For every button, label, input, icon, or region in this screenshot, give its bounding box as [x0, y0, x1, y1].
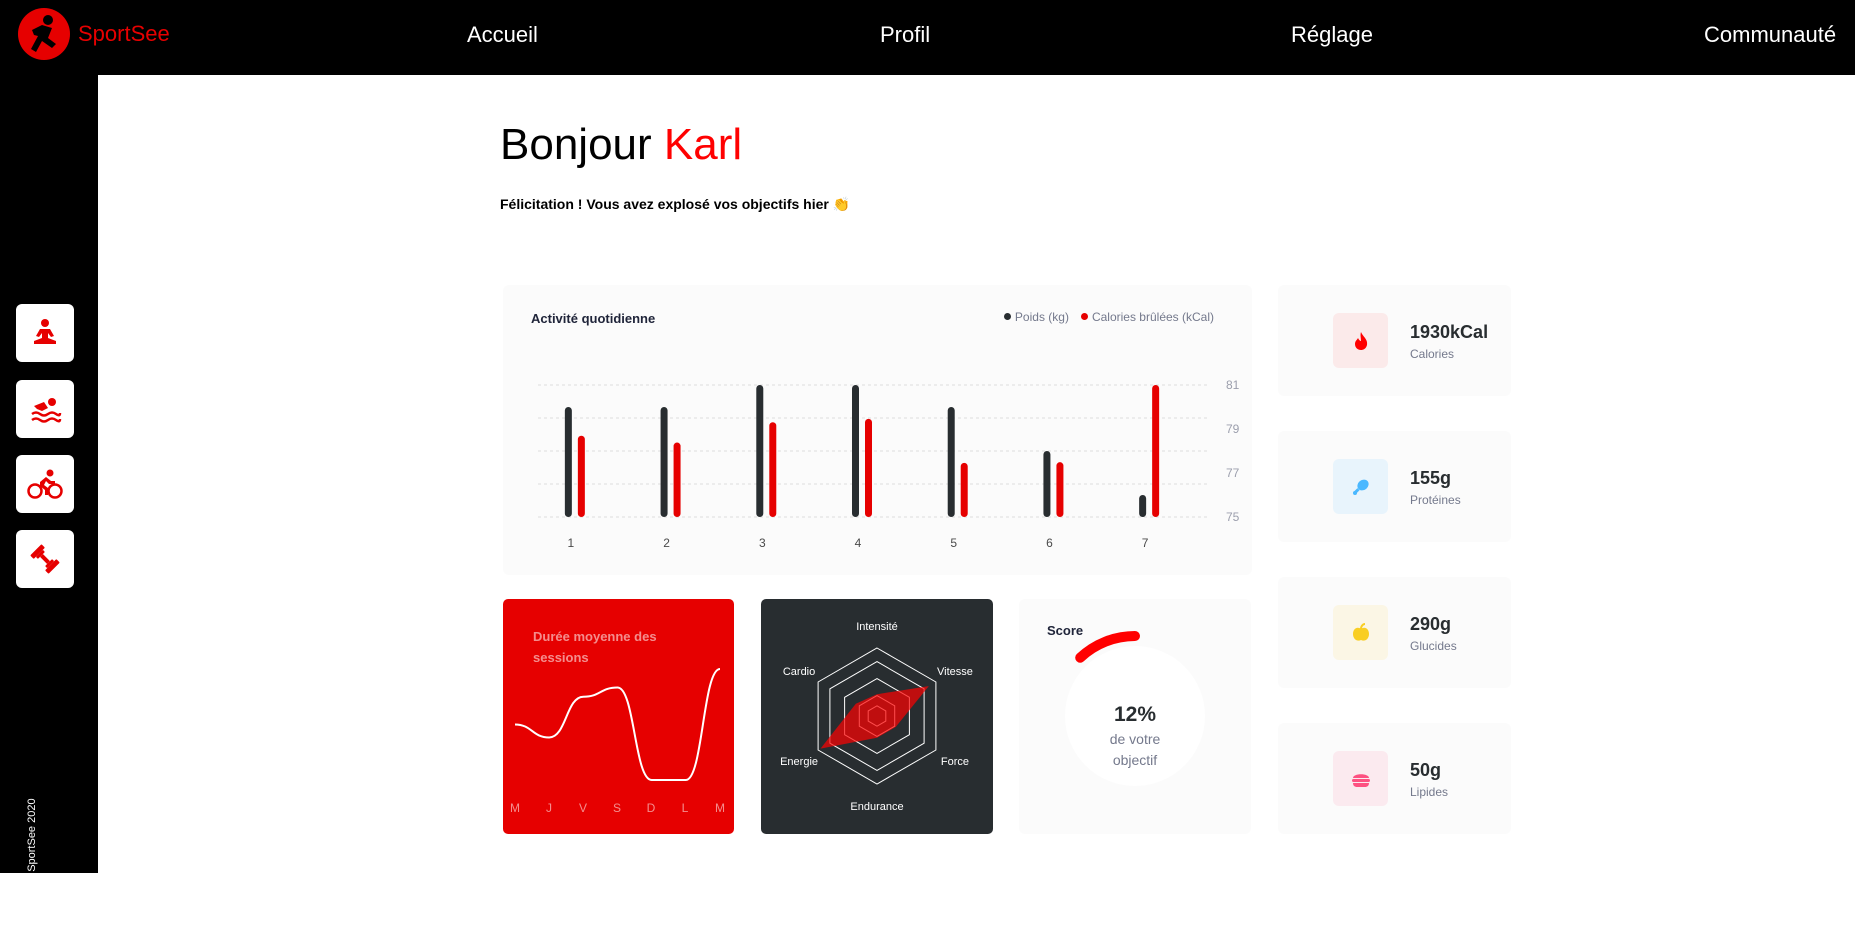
calories-bar [960, 462, 968, 517]
flame-icon [1333, 313, 1388, 368]
y-tick-label: 81 [1226, 378, 1240, 392]
weight-bar [660, 407, 668, 517]
calories-label: Calories [1410, 347, 1455, 361]
proteins-card: 155g Protéines [1278, 431, 1511, 542]
score-chart: Score 12% de votre objectif [1019, 599, 1251, 834]
yoga-button[interactable] [16, 304, 74, 362]
day-label: D [647, 801, 656, 815]
x-tick-label: 3 [759, 536, 766, 550]
calories-bar [865, 418, 872, 517]
yoga-icon [34, 319, 56, 344]
day-label: S [613, 801, 621, 815]
top-navigation-bar: SportSee Accueil Profil Réglage Communau… [0, 0, 1855, 75]
weight-bar [1139, 495, 1147, 517]
dumbbell-icon [30, 544, 60, 574]
nav-accueil[interactable]: Accueil [467, 22, 538, 48]
activity-plot: 75 77 79 81 1 2 3 4 5 6 7 [538, 378, 1240, 550]
x-tick-label: 6 [1046, 536, 1053, 550]
logo[interactable]: SportSee [18, 8, 170, 60]
calories-value: 1930kCal [1410, 322, 1489, 342]
y-tick-label: 75 [1226, 510, 1240, 524]
activity-chart: Activité quotidienne Poids (kg) Calories… [503, 285, 1252, 575]
logo-icon [18, 8, 70, 60]
radar-axis-label: Vitesse [937, 666, 973, 678]
sidebar: Copyright, SportSee 2020 [0, 75, 98, 925]
radar-axis-label: Energie [780, 756, 818, 768]
nav-communaute[interactable]: Communauté [1704, 22, 1836, 48]
weight-bar [1043, 451, 1051, 517]
user-name: Karl [663, 120, 743, 169]
calories-bar [577, 435, 585, 517]
day-label: M [510, 801, 520, 815]
lipids-label: Lipides [1410, 785, 1449, 799]
nav-profil[interactable]: Profil [880, 22, 930, 48]
day-label: L [682, 801, 689, 815]
x-tick-label: 5 [950, 536, 957, 550]
weight-bar [947, 407, 955, 517]
session-plot: MJVSDLM [510, 668, 725, 815]
calories-card: 1930kCal Calories [1278, 285, 1511, 396]
logo-text: SportSee [78, 21, 170, 46]
radar-axis-label: Endurance [850, 801, 903, 813]
x-tick-label: 7 [1142, 536, 1149, 550]
weight-bar [564, 407, 572, 517]
radar-axis-label: Cardio [783, 666, 815, 678]
lipids-value: 50g [1410, 760, 1442, 780]
radar-axis-label: Intensité [856, 621, 898, 633]
greeting-prefix: Bonjour [500, 120, 652, 169]
performance-radar-chart: Intensité Vitesse Force Endurance Energie Car… [761, 599, 993, 834]
cycling-button[interactable] [16, 455, 74, 513]
calories-bar [673, 442, 681, 517]
score-line-2: objectif [1112, 752, 1158, 768]
weight-bar [852, 385, 859, 517]
page-title: Bonjour Karl [500, 120, 742, 170]
drumstick-icon [1333, 459, 1388, 514]
calories-bar [769, 422, 777, 517]
swimming-button[interactable] [16, 380, 74, 438]
copyright: Copyright, SportSee 2020 [26, 798, 38, 925]
proteins-label: Protéines [1410, 493, 1461, 507]
carbs-card: 290g Glucides [1278, 577, 1511, 688]
lipids-card: 50g Lipides [1278, 723, 1511, 834]
x-tick-label: 1 [568, 536, 575, 550]
radar-axis-label: Force [941, 756, 969, 768]
proteins-value: 155g [1410, 468, 1452, 488]
carbs-label: Glucides [1410, 639, 1457, 653]
y-tick-label: 77 [1226, 466, 1240, 480]
radar-area [820, 686, 929, 749]
radar-plot: Intensité Vitesse Force Endurance Energie Car… [780, 621, 973, 813]
x-tick-label: 4 [855, 536, 862, 550]
nav-reglage[interactable]: Réglage [1291, 22, 1373, 48]
day-label: M [715, 801, 725, 815]
calories-bar [1152, 385, 1160, 517]
dumbbell-button[interactable] [16, 530, 74, 588]
greeting-message: Félicitation ! Vous avez explosé vos obj… [500, 196, 851, 212]
burger-icon [1333, 751, 1388, 806]
weight-bar [756, 385, 764, 517]
carbs-value: 290g [1410, 614, 1452, 634]
apple-icon [1333, 605, 1388, 660]
day-label: J [546, 801, 552, 815]
cycling-icon [27, 469, 63, 499]
day-label: V [579, 801, 587, 815]
y-tick-label: 79 [1226, 422, 1240, 436]
score-line-1: de votre [1109, 731, 1161, 747]
session-duration-chart: Durée moyenne des sessions MJVSDLM [503, 599, 734, 834]
x-tick-label: 2 [663, 536, 670, 550]
score-value: 12% [1113, 703, 1157, 726]
session-line [514, 668, 721, 781]
swimming-icon [31, 398, 62, 423]
calories-bar [1056, 462, 1064, 517]
